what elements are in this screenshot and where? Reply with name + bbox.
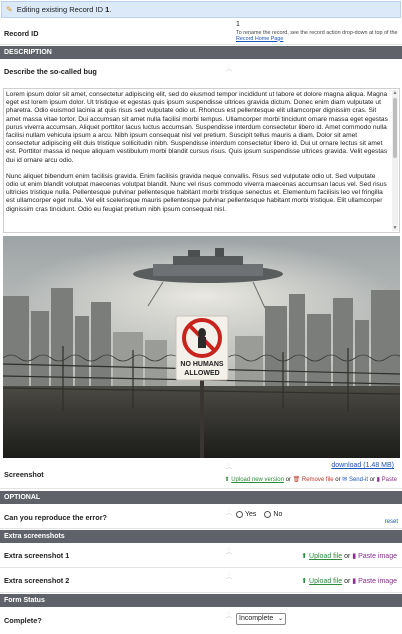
upload-file-link[interactable]: Upload file	[309, 553, 342, 560]
scroll-thumb[interactable]	[393, 98, 397, 158]
bug-paragraph-2: Nunc aliquet bibendum enim facilisis gra…	[6, 172, 387, 213]
complete-select[interactable]: Incomplete ⌄	[236, 613, 286, 625]
remove-file-link[interactable]: Remove file	[302, 477, 334, 483]
upload-file-link[interactable]: Upload file	[309, 578, 342, 585]
reproduce-radio-group: Yes No	[236, 511, 282, 518]
sign-line-1: NO HUMANS	[180, 361, 223, 368]
record-id-label: Record ID	[4, 29, 39, 38]
paste-link[interactable]: Paste	[382, 477, 397, 483]
comment-bubble-icon[interactable]: ◌ ⌒	[224, 572, 234, 585]
or-text: or	[335, 477, 341, 483]
extra-1-actions: ⬆ Upload file or ▮ Paste image	[301, 552, 397, 560]
send-it-link[interactable]: Send-it	[349, 477, 368, 483]
record-id-row: Record ID 1 To rename the record, see th…	[0, 19, 402, 45]
radio-no-label: No	[273, 511, 283, 518]
comment-bubble-icon[interactable]: ◌ ⌒	[224, 508, 234, 521]
bug-paragraph-1: Lorem ipsum dolor sit amet, consectetur …	[6, 91, 388, 164]
envelope-icon: ✉	[342, 477, 348, 483]
radio-yes[interactable]: Yes	[236, 511, 256, 518]
clipboard-icon: ▮	[352, 578, 357, 585]
extra-screenshot-1-label: Extra screenshot 1	[4, 551, 70, 560]
notice-suffix: .	[109, 5, 112, 14]
notice-prefix: Editing existing Record ID	[16, 5, 103, 14]
extra-screenshot-2-row: Extra screenshot 2 ◌ ⌒ ⬆ Upload file or ▮…	[0, 569, 402, 593]
complete-row: Complete? ◌ ⌒ Incomplete ⌄	[0, 608, 402, 634]
record-id-value: 1	[236, 21, 240, 28]
section-form-status: Form Status	[0, 594, 402, 607]
bug-description-textarea[interactable]: Lorem ipsum dolor sit amet, consectetur …	[3, 88, 400, 233]
record-home-link[interactable]: Record Home Page	[236, 36, 283, 42]
screenshot-actions: ⬆ Upload new version or 🗑 Remove file or…	[225, 476, 398, 483]
clipboard-icon: ▮	[352, 553, 357, 560]
extra-screenshot-2-label: Extra screenshot 2	[4, 576, 70, 585]
or-text: or	[369, 477, 375, 483]
radio-yes-label: Yes	[245, 511, 257, 518]
no-humans-sign: NO HUMANS ALLOWED	[175, 315, 229, 381]
upload-icon: ⬆	[301, 578, 308, 585]
or-text: or	[344, 553, 351, 560]
complete-label: Complete?	[4, 616, 42, 625]
reset-link[interactable]: reset	[385, 519, 398, 525]
reproduce-row: Can you reproduce the error? ◌ ⌒ Yes No r…	[0, 505, 402, 529]
screenshot-label: Screenshot	[4, 470, 44, 479]
or-text: or	[285, 477, 291, 483]
radio-yes-circle[interactable]	[236, 511, 243, 518]
download-link[interactable]: download (1.48 MB)	[331, 462, 394, 469]
scroll-down-icon[interactable]: ▼	[392, 225, 398, 231]
scroll-up-icon[interactable]: ▲	[392, 90, 398, 96]
textarea-scrollbar[interactable]: ▲ ▼	[392, 90, 398, 231]
survey-form: ✎ Editing existing Record ID 1. Record I…	[0, 0, 402, 634]
editing-notice: ✎ Editing existing Record ID 1.	[1, 1, 401, 18]
trash-icon: 🗑	[292, 477, 301, 483]
complete-select-value: Incomplete	[239, 615, 274, 622]
comment-bubble-icon[interactable]: ◌ ⌒	[224, 547, 234, 560]
upload-icon: ⬆	[224, 477, 230, 483]
radio-no-circle[interactable]	[264, 511, 272, 518]
record-id-hint: To rename the record, see the record act…	[236, 30, 400, 42]
upload-icon: ⬆	[301, 553, 308, 560]
comment-bubble-icon[interactable]: ◌ ⌒	[224, 462, 234, 475]
comment-bubble-icon[interactable]: ◌ ⌒	[224, 611, 234, 624]
extra-2-actions: ⬆ Upload file or ▮ Paste image	[301, 577, 397, 585]
paste-image-link[interactable]: Paste image	[358, 553, 397, 560]
paste-image-link[interactable]: Paste image	[358, 578, 397, 585]
bug-label: Describe the so-called bug	[4, 67, 97, 76]
upload-new-version-link[interactable]: Upload new version	[231, 477, 284, 483]
section-description: DESCRIPTION	[0, 46, 402, 59]
sign-line-2: ALLOWED	[184, 370, 219, 377]
pencil-icon: ✎	[6, 5, 13, 14]
radio-no[interactable]: No	[264, 511, 282, 518]
extra-screenshot-1-row: Extra screenshot 1 ◌ ⌒ ⬆ Upload file or ▮…	[0, 544, 402, 568]
district-9-poster-image: NO HUMANS ALLOWED	[3, 236, 400, 458]
or-text: or	[344, 578, 351, 585]
comment-bubble-icon[interactable]: ◌ ⌒	[224, 64, 234, 77]
reproduce-label: Can you reproduce the error?	[4, 513, 107, 522]
screenshot-row: Screenshot ◌ ⌒ download (1.48 MB) ⬆ Uploa…	[0, 459, 402, 489]
section-extra-screenshots: Extra screenshots	[0, 530, 402, 543]
clipboard-icon: ▮	[376, 477, 380, 483]
screenshot-image: NO HUMANS ALLOWED	[3, 236, 400, 458]
section-optional: OPTIONAL	[0, 491, 402, 504]
chevron-down-icon: ⌄	[277, 616, 283, 622]
